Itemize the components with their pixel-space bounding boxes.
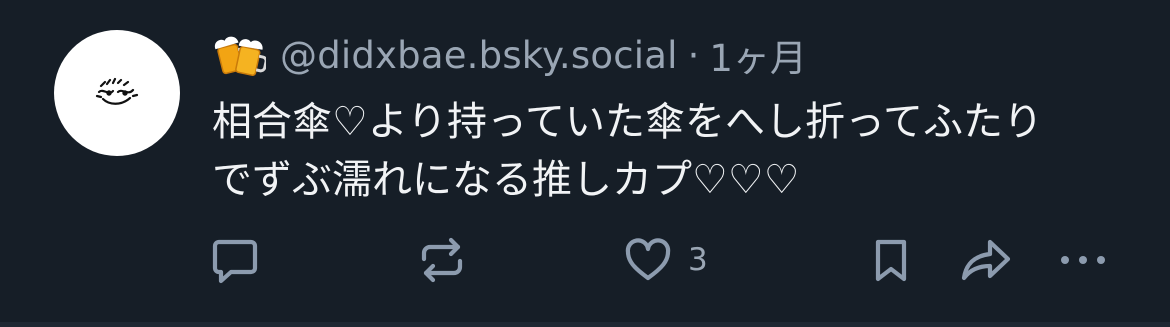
like-count: 3 [688, 242, 708, 278]
bookmark-button[interactable] [871, 230, 911, 290]
repost-icon [421, 237, 463, 283]
repost-button[interactable] [416, 230, 468, 290]
avatar-drawing-icon [95, 77, 139, 105]
author-handle[interactable]: @didxbae.bsky.social [280, 34, 678, 77]
more-icon [1061, 256, 1105, 264]
reply-icon [212, 239, 258, 284]
share-button[interactable] [960, 230, 1014, 290]
post-text: 相合傘♡より持っていた傘をへし折ってふたり でずぶ濡れになる推しカプ♡♡♡ [212, 99, 1044, 203]
post-actions: 3 [0, 230, 1170, 290]
header-separator: · [687, 33, 700, 77]
share-icon [961, 239, 1011, 281]
heart-icon [625, 238, 671, 281]
divider [0, 322, 1170, 327]
bookmark-icon [875, 239, 907, 282]
post-header: @didxbae.bsky.social · 1ヶ月 [214, 30, 807, 80]
post-timestamp[interactable]: 1ヶ月 [709, 28, 807, 82]
reply-button[interactable] [210, 230, 260, 290]
like-button[interactable]: 3 [624, 230, 708, 290]
avatar[interactable] [54, 30, 180, 156]
post-card[interactable]: @didxbae.bsky.social · 1ヶ月 相合傘♡より持っていた傘を… [0, 0, 1170, 322]
beer-mugs-icon [214, 32, 268, 78]
more-button[interactable] [1058, 230, 1108, 290]
